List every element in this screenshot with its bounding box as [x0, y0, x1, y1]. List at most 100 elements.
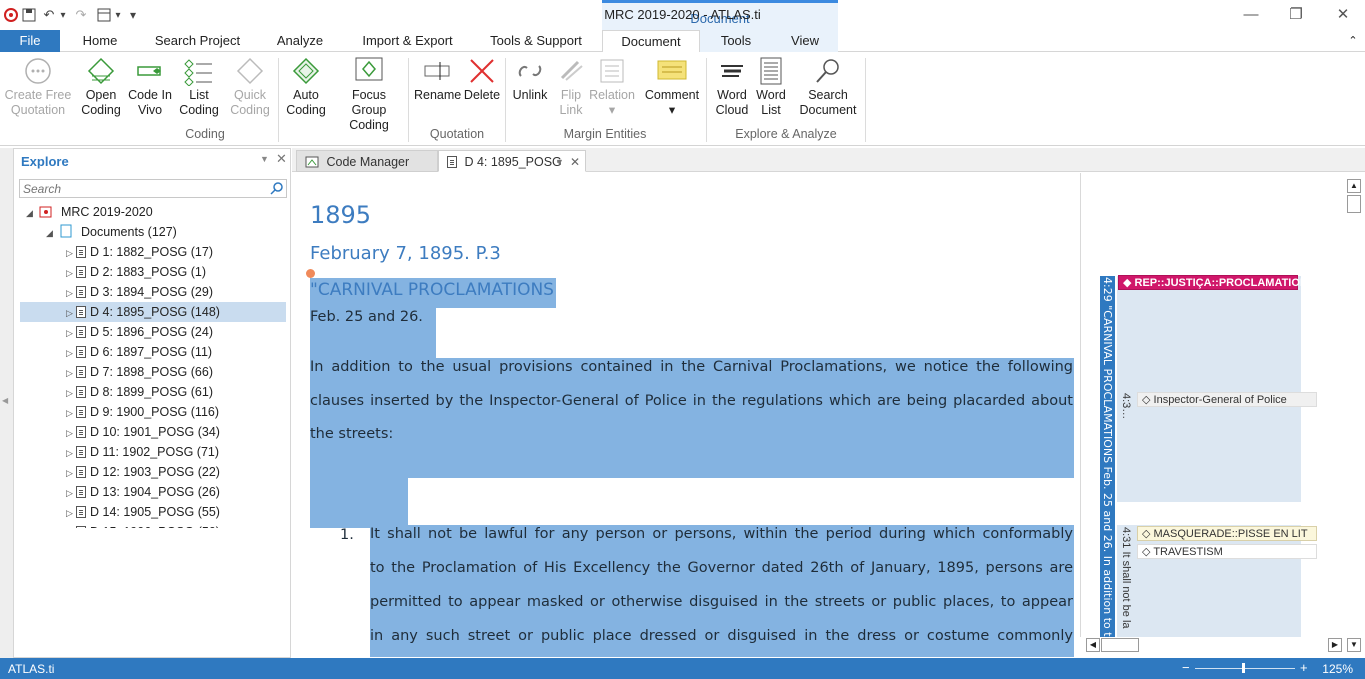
tree-document-item[interactable]: ▷ D 5: 1896_POSG (24): [66, 322, 213, 342]
tab-home[interactable]: Home: [70, 30, 130, 52]
word-cloud-button[interactable]: Word Cloud: [711, 56, 753, 122]
group-margin-entities-label: Margin Entities: [563, 127, 647, 141]
tree-document-item[interactable]: ▷ D 13: 1904_POSG (26): [66, 482, 220, 502]
tab-close-icon[interactable]: ✕: [570, 151, 580, 173]
tree-document-item[interactable]: ▷ D 15: 1906_POSG (50): [66, 522, 220, 528]
tab-tools[interactable]: Tools: [700, 30, 772, 52]
code-inspector-general-of-police[interactable]: ◇ Inspector-General of Police: [1137, 392, 1317, 407]
tree-document-item[interactable]: ▷ D 3: 1894_POSG (29): [66, 282, 213, 302]
tree-documents[interactable]: ◢ Documents (127): [46, 222, 177, 242]
auto-coding-button[interactable]: Auto Coding: [283, 56, 329, 122]
expand-triangle-icon[interactable]: ▷: [66, 383, 76, 403]
restore-button[interactable]: ❐: [1281, 4, 1311, 26]
tree-document-item[interactable]: ▷ D 2: 1883_POSG (1): [66, 262, 206, 282]
tree-document-item[interactable]: ▷ D 8: 1899_POSG (61): [66, 382, 213, 402]
quotation-bracket-4-30[interactable]: 4:3…: [1119, 391, 1134, 425]
tree-document-item[interactable]: ▷ D 14: 1905_POSG (55): [66, 502, 220, 522]
expand-triangle-icon[interactable]: ▷: [66, 483, 76, 503]
list-coding-icon: [184, 59, 212, 86]
expand-triangle-icon[interactable]: ▷: [66, 323, 76, 343]
expand-triangle-icon[interactable]: ▷: [66, 243, 76, 263]
scroll-up-icon[interactable]: ▲: [1347, 179, 1361, 193]
minimize-button[interactable]: —: [1236, 4, 1266, 26]
unlink-button[interactable]: Unlink: [509, 56, 551, 122]
expand-triangle-icon[interactable]: ▷: [66, 443, 76, 463]
pane-menu-icon[interactable]: ▼: [260, 154, 269, 164]
zoom-slider[interactable]: [1195, 668, 1295, 669]
tab-analyze[interactable]: Analyze: [268, 30, 332, 52]
comment-button[interactable]: Comment ▾: [642, 56, 702, 122]
expand-triangle-icon[interactable]: ▷: [66, 263, 76, 283]
document-view[interactable]: 1895 February 7, 1895. P.3 "CARNIVAL PRO…: [292, 173, 1080, 657]
flip-link-button[interactable]: Flip Link: [553, 56, 589, 122]
list-coding-button[interactable]: List Coding: [176, 56, 222, 122]
tree-document-label: D 8: 1899_POSG (61): [90, 385, 213, 399]
quotation-anchor-marker[interactable]: [306, 269, 315, 278]
scroll-down-icon[interactable]: ▼: [1347, 638, 1361, 652]
scroll-right-icon[interactable]: ▶: [1328, 638, 1342, 652]
expand-triangle-icon[interactable]: ▷: [66, 363, 76, 383]
zoom-in-icon[interactable]: +: [1300, 660, 1308, 675]
explore-search-input[interactable]: [20, 180, 260, 197]
vertical-scrollbar[interactable]: ▲ ▼: [1346, 178, 1362, 655]
explore-search-box[interactable]: [19, 179, 287, 198]
rename-button[interactable]: Rename: [414, 56, 461, 122]
quotation-bracket-4-31[interactable]: 4:31 It shall not be la: [1119, 525, 1134, 637]
tab-code-manager[interactable]: Code Manager: [296, 150, 438, 172]
code-masquerade-pisse-en-lit[interactable]: ◇ MASQUERADE::PISSE EN LIT: [1137, 526, 1317, 541]
expand-triangle-icon[interactable]: ◢: [26, 203, 36, 223]
create-free-quotation-button[interactable]: Create Free Quotation: [4, 56, 72, 122]
margin-area: 4:29 "CARNIVAL PROCLAMATIONS Feb. 25 and…: [1080, 173, 1345, 637]
expand-triangle-icon[interactable]: ▷: [66, 283, 76, 303]
tree-document-item[interactable]: ▷ D 4: 1895_POSG (148): [20, 302, 286, 322]
hscroll-thumb[interactable]: [1101, 638, 1139, 652]
tab-search-project[interactable]: Search Project: [150, 30, 245, 52]
tab-tools-support[interactable]: Tools & Support: [482, 30, 590, 52]
tree-document-item[interactable]: ▷ D 6: 1897_POSG (11): [66, 342, 212, 362]
expand-triangle-icon[interactable]: ▷: [66, 423, 76, 443]
close-button[interactable]: ✕: [1328, 4, 1358, 26]
search-icon[interactable]: [270, 182, 283, 195]
expand-triangle-icon[interactable]: ▷: [66, 463, 76, 483]
tab-file[interactable]: File: [0, 30, 60, 52]
pane-close-icon[interactable]: ✕: [276, 151, 287, 167]
quick-coding-button[interactable]: Quick Coding: [226, 56, 274, 122]
delete-button[interactable]: Delete: [461, 56, 503, 122]
open-coding-button[interactable]: Open Coding: [78, 56, 124, 122]
tree-project[interactable]: ◢ MRC 2019-2020: [26, 202, 153, 222]
scroll-left-icon[interactable]: ◀: [1086, 638, 1100, 652]
word-list-button[interactable]: Word List: [753, 56, 789, 122]
tree-document-item[interactable]: ▷ D 9: 1900_POSG (116): [66, 402, 219, 422]
document-icon: [76, 426, 86, 438]
horizontal-scrollbar[interactable]: ◀ ▶: [1084, 637, 1344, 654]
tab-import-export[interactable]: Import & Export: [355, 30, 460, 52]
expand-triangle-icon[interactable]: ▷: [66, 503, 76, 523]
zoom-slider-thumb[interactable]: [1242, 663, 1245, 673]
expand-triangle-icon[interactable]: ▷: [66, 403, 76, 423]
scroll-thumb[interactable]: [1347, 195, 1361, 213]
focus-group-coding-button[interactable]: Focus Group Coding: [333, 56, 405, 132]
tree-document-item[interactable]: ▷ D 7: 1898_POSG (66): [66, 362, 213, 382]
tree-document-item[interactable]: ▷ D 10: 1901_POSG (34): [66, 422, 220, 442]
tab-menu-icon[interactable]: ▼: [555, 151, 564, 173]
tree-document-item[interactable]: ▷ D 11: 1902_POSG (71): [66, 442, 219, 462]
tree-document-item[interactable]: ▷ D 12: 1903_POSG (22): [66, 462, 220, 482]
code-rep-justica-proclamation[interactable]: ◆ REP::JUSTIÇA::PROCLAMATION: [1118, 275, 1308, 290]
left-collapse-strip[interactable]: ◀: [0, 148, 13, 658]
tab-document[interactable]: Document: [602, 30, 700, 53]
quotation-bracket-4-29[interactable]: 4:29 "CARNIVAL PROCLAMATIONS Feb. 25 and…: [1100, 276, 1115, 637]
tree-document-item[interactable]: ▷ D 1: 1882_POSG (17): [66, 242, 213, 262]
document-icon: [76, 466, 86, 478]
code-in-vivo-button[interactable]: Code In Vivo: [127, 56, 173, 122]
tab-d4-1895-posg[interactable]: D 4: 1895_POSG ▼ ✕: [438, 150, 586, 172]
expand-triangle-icon[interactable]: ◢: [46, 223, 56, 243]
relation-button[interactable]: Relation ▾: [589, 56, 635, 122]
expand-triangle-icon[interactable]: ▷: [66, 523, 76, 528]
expand-triangle-icon[interactable]: ▷: [66, 343, 76, 363]
search-document-button[interactable]: Search Document: [796, 56, 860, 122]
collapse-ribbon-icon[interactable]: ⌃: [1344, 30, 1362, 52]
zoom-out-icon[interactable]: −: [1182, 660, 1190, 675]
expand-triangle-icon[interactable]: ▷: [66, 303, 76, 323]
code-travestism[interactable]: ◇ TRAVESTISM: [1137, 544, 1317, 559]
tab-view[interactable]: View: [772, 30, 838, 52]
